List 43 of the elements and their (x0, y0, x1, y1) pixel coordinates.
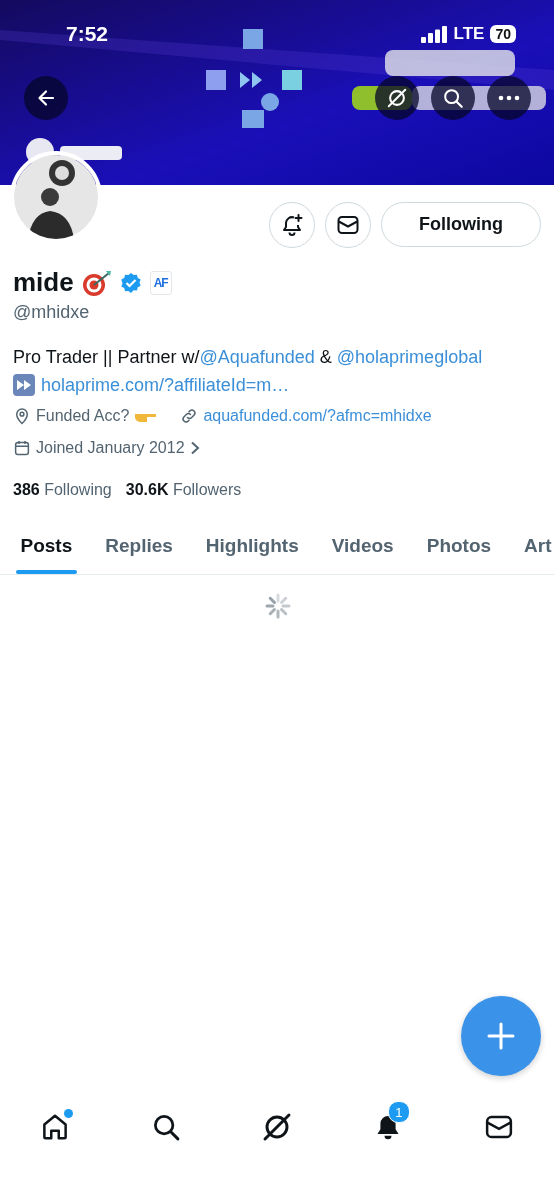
bio-link[interactable]: holaprime.com/?affiliateId=m… (41, 371, 290, 399)
more-icon (498, 95, 520, 101)
profile-tab[interactable]: Posts (4, 521, 89, 574)
dart-target-icon (81, 268, 112, 297)
back-icon (36, 88, 56, 108)
link-icon (180, 407, 199, 425)
network-label: LTE (453, 24, 485, 44)
location-text: Funded Acc? (36, 407, 130, 425)
joined-date[interactable]: Joined January 2012 (36, 439, 185, 457)
display-name: mide (13, 267, 74, 298)
message-button[interactable] (325, 202, 371, 248)
mention-link[interactable]: @Aquafunded (199, 347, 315, 367)
location-pin-icon (13, 407, 31, 425)
battery-level: 70 (490, 25, 516, 43)
signal-icon (420, 25, 448, 43)
plus-icon (487, 1022, 515, 1050)
calendar-icon (13, 439, 31, 457)
profile-tab[interactable]: Photos (410, 521, 508, 574)
search-icon (151, 1112, 182, 1142)
follow-count-link[interactable]: 30.6K Followers (125, 481, 242, 499)
profile-tab[interactable]: Replies (88, 521, 190, 574)
affiliate-badge: AF (149, 270, 172, 295)
chevron-right-icon (189, 441, 200, 455)
profile-tab[interactable]: Art (507, 521, 552, 574)
profile-tab[interactable]: Highlights (189, 521, 316, 574)
grok-icon (261, 1111, 293, 1143)
following-button[interactable]: Following (381, 202, 541, 247)
bio-text: Pro Trader || Partner w/@Aquafunded & @holaprimeglobal (13, 346, 484, 369)
user-handle: @mhidxe (13, 302, 91, 323)
notification-count: 1 (387, 1101, 410, 1123)
compose-button[interactable] (461, 996, 541, 1076)
grok-icon (386, 87, 408, 109)
notify-button[interactable] (269, 202, 315, 248)
search-icon (442, 87, 464, 109)
profile-tab[interactable]: Videos (315, 521, 411, 574)
website-link[interactable]: aquafunded.com/?afmc=mhidxe (203, 407, 432, 425)
status-time: 7:52 (66, 22, 109, 46)
mention-link[interactable]: @holaprimeglobal (336, 347, 483, 367)
mail-icon (336, 213, 360, 237)
fast-forward-icon (13, 374, 35, 396)
verified-badge-icon (119, 271, 142, 294)
follow-count-link[interactable]: 386 Following (13, 481, 112, 499)
bell-plus-icon (280, 213, 304, 237)
